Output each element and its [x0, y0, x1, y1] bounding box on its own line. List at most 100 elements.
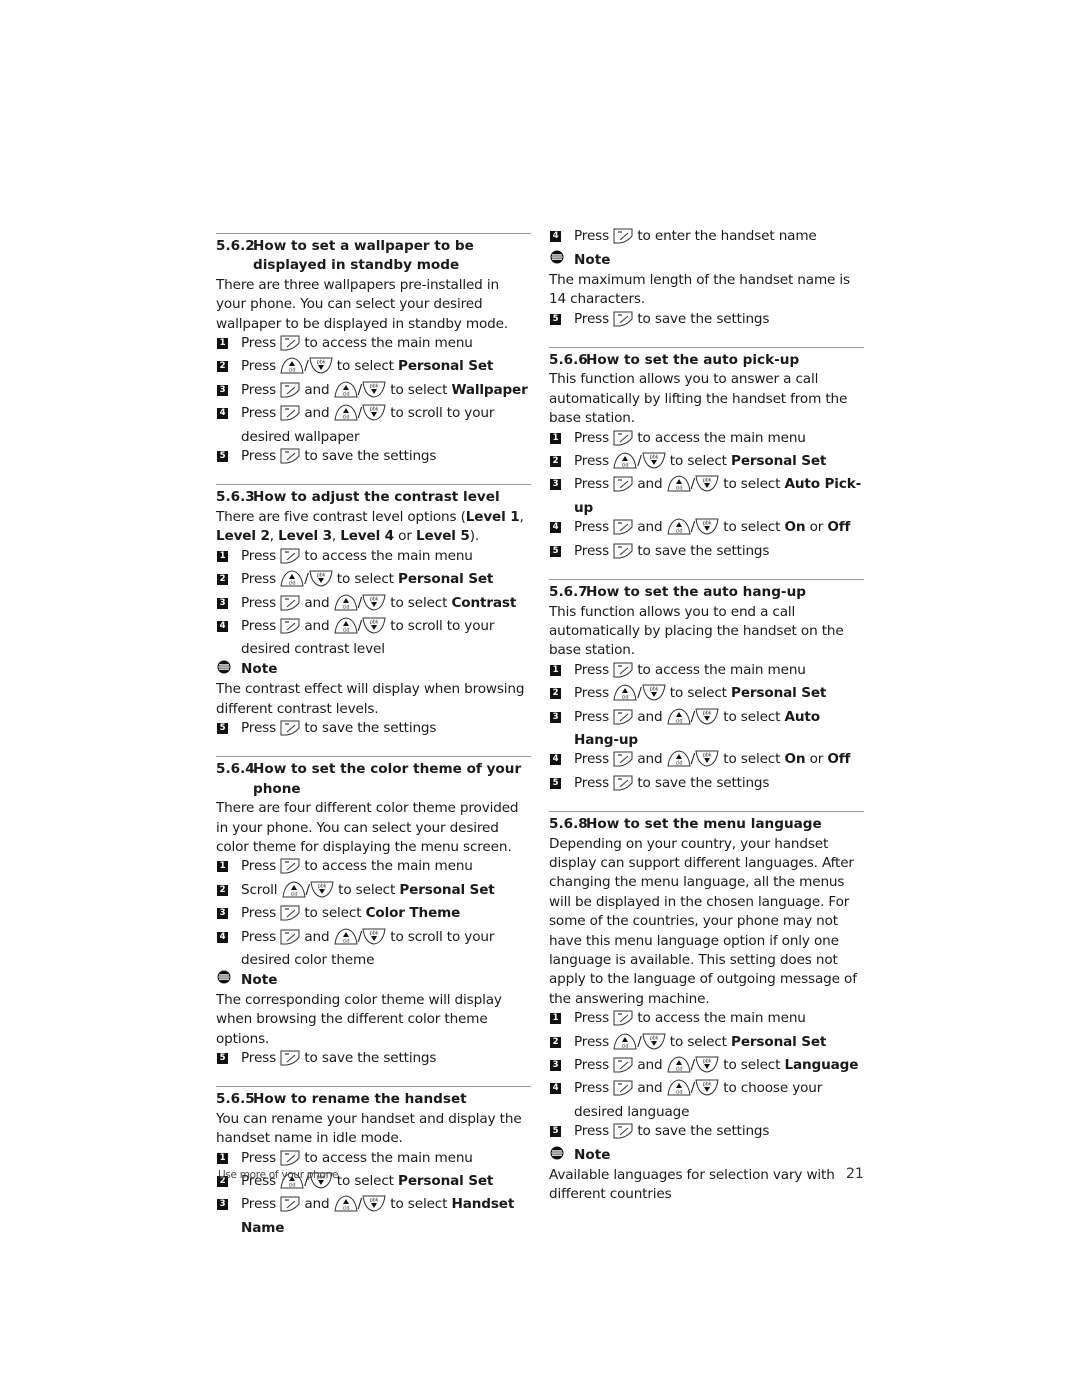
- svg-text:cid: cid: [675, 486, 682, 492]
- step-text: Press: [574, 774, 614, 791]
- menu-option-label: Personal Set: [398, 358, 494, 375]
- svg-text:pbk: pbk: [703, 710, 712, 716]
- up-key-icon: cid: [280, 570, 304, 593]
- step-instruction: Press cid / pbk to select Personal Set: [574, 452, 864, 475]
- menu-key-icon: [280, 905, 300, 927]
- step-2: 2 Press cid / pbk to select Personal Set: [549, 1033, 864, 1056]
- step-number-badge: 5: [217, 1053, 228, 1065]
- down-key-icon: pbk: [362, 1195, 386, 1218]
- menu-key-icon: [280, 858, 300, 880]
- step-number-badge: 1: [217, 338, 228, 350]
- svg-text:cid: cid: [342, 604, 349, 610]
- step-text: and: [633, 519, 667, 536]
- note-text: The contrast effect will display when br…: [216, 681, 525, 717]
- step-text: Press: [241, 381, 281, 398]
- down-key-icon: pbk: [642, 452, 666, 475]
- svg-text:pbk: pbk: [703, 1059, 712, 1065]
- section-number: 5.6.2: [216, 238, 255, 254]
- section-number: 5.6.6: [549, 352, 588, 369]
- menu-key-icon: [613, 1080, 633, 1102]
- step-number-badge: 5: [550, 777, 561, 789]
- step-text: Press: [574, 661, 614, 678]
- note-label: Note: [574, 251, 611, 268]
- step-instruction: Press and cid / pbk to scroll to your desi…: [241, 617, 531, 660]
- section-title: How to set the auto hang-up: [586, 584, 806, 601]
- menu-key-icon: [280, 618, 300, 640]
- menu-option-label: Level 1: [465, 508, 520, 525]
- section-heading: 5.6.2 How to set a wallpaper to be displa…: [216, 237, 531, 276]
- step-3: 3 Press and cid / pbk to select Language: [549, 1056, 864, 1079]
- step-3: 3 Press and cid / pbk to select Handset Nam…: [216, 1195, 531, 1238]
- step-text: Press: [574, 519, 614, 536]
- svg-text:pbk: pbk: [703, 478, 712, 484]
- step-text: Press: [574, 1010, 614, 1027]
- menu-key-icon: [613, 476, 633, 498]
- step-number-badge: 1: [550, 432, 561, 444]
- step-text: and: [633, 751, 667, 768]
- up-key-icon: cid: [667, 708, 691, 731]
- step-2: 2 Scroll cid / pbk to select Personal Set: [216, 881, 531, 904]
- step-text: Press: [574, 1033, 614, 1050]
- step-text: to access the main menu: [633, 661, 806, 678]
- section-intro: There are five contrast level options (L…: [216, 508, 531, 547]
- menu-option-label: Personal Set: [398, 571, 494, 588]
- section-intro: This function allows you to answer a cal…: [549, 371, 848, 427]
- section-5-6-2: 5.6.2 How to set a wallpaper to be displa…: [216, 233, 531, 470]
- step-text: Press: [241, 448, 281, 465]
- step-instruction: Press to access the main menu: [241, 857, 531, 880]
- down-key-icon: pbk: [309, 357, 333, 380]
- step-text: to access the main menu: [633, 429, 806, 446]
- svg-text:cid: cid: [289, 581, 296, 587]
- step-text: to enter the handset name: [633, 228, 817, 244]
- menu-option-label: Level 2: [216, 528, 270, 545]
- step-instruction: Press and cid / pbk to select Auto Hang-up: [574, 708, 864, 751]
- svg-text:pbk: pbk: [370, 407, 379, 413]
- section-title: How to set the color theme of your phone: [253, 761, 522, 797]
- step-5: 5 Press to save the settings: [549, 774, 864, 797]
- step-text: to save the settings: [633, 542, 770, 559]
- step-text: to select: [300, 905, 366, 922]
- step-text: to select: [719, 751, 785, 768]
- section-5-6-7: 5.6.7 How to set the auto hang-up This fun…: [549, 579, 864, 797]
- note-label: Note: [574, 1147, 611, 1164]
- step-instruction: Press cid / pbk to select Personal Set: [574, 1033, 864, 1056]
- svg-text:cid: cid: [289, 1183, 296, 1189]
- step-instruction: Press and cid / pbk to select On or Off: [574, 518, 864, 541]
- step-text: to access the main menu: [300, 1149, 473, 1166]
- menu-key-icon: [613, 662, 633, 684]
- step-text: to select: [665, 1033, 731, 1050]
- step-1: 1 Press to access the main menu: [216, 857, 531, 880]
- step-text: to access the main menu: [300, 547, 473, 564]
- step-text: to save the settings: [300, 448, 437, 465]
- step-instruction: Press and cid / pbk to select Contrast: [241, 593, 531, 617]
- step-instruction: Press to access the main menu: [574, 429, 864, 452]
- step-5: 5 Press to save the settings: [549, 1122, 864, 1145]
- step-number-badge: 3: [550, 479, 561, 491]
- section-continued: 4 Press to enter the handset name Note The …: [549, 227, 864, 333]
- step-3: 3 Press and cid / pbk to select Wallpaper: [216, 381, 531, 404]
- menu-key-icon: [280, 382, 300, 404]
- right-column: 4 Press to enter the handset name Note The …: [549, 227, 864, 1219]
- step-instruction: Press and cid / pbk to select Handset Name: [241, 1195, 531, 1238]
- step-instruction: Press and cid / pbk to select On or Off: [574, 750, 864, 773]
- note-heading: Note: [549, 1146, 864, 1166]
- menu-key-icon: [280, 405, 300, 427]
- step-3: 3 Press and cid / pbk to select Auto Pick-u…: [549, 475, 864, 518]
- section-intro: There are four different color theme pro…: [216, 800, 519, 855]
- section-intro: There are three wallpapers pre-installed…: [216, 276, 508, 332]
- step-text: to select: [719, 519, 785, 536]
- step-text: Press: [241, 571, 281, 588]
- up-key-icon: cid: [334, 593, 358, 617]
- step-text: Press: [241, 719, 281, 736]
- step-number-badge: 1: [550, 1013, 561, 1025]
- down-key-icon: pbk: [695, 518, 719, 541]
- step-text: Press: [241, 1196, 281, 1213]
- svg-text:cid: cid: [675, 1067, 682, 1073]
- step-text: Press: [574, 1080, 614, 1097]
- step-text: to access the main menu: [300, 858, 473, 875]
- step-text: to select: [719, 476, 785, 493]
- step-5: 5 Press to save the settings: [549, 542, 864, 565]
- down-key-icon: pbk: [695, 708, 719, 731]
- up-key-icon: cid: [334, 928, 358, 951]
- step-number-badge: 3: [217, 384, 228, 396]
